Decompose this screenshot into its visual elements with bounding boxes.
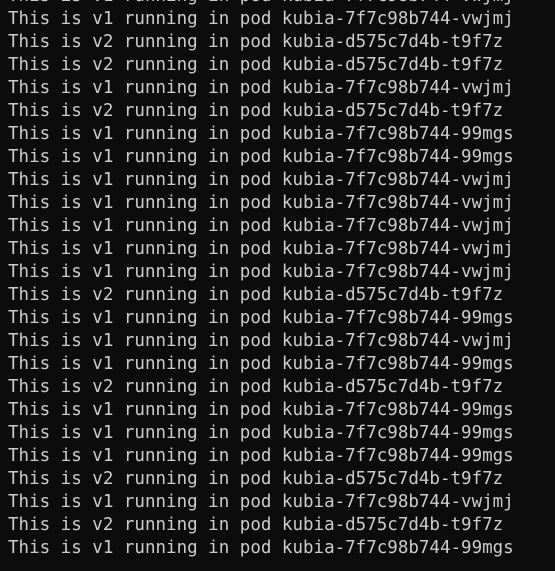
terminal-line: This is v2 running in pod kubia-d575c7d4… — [8, 32, 504, 52]
terminal-line: This is v1 running in pod kubia-7f7c98b7… — [8, 239, 514, 259]
terminal-line: This is v1 running in pod kubia-7f7c98b7… — [8, 78, 514, 98]
terminal-line: This is v1 running in pod kubia-7f7c98b7… — [8, 147, 514, 167]
terminal-line: This is v1 running in pod kubia-7f7c98b7… — [8, 0, 514, 8]
terminal-line: This is v1 running in pod kubia-7f7c98b7… — [8, 400, 514, 420]
terminal-line: This is v1 running in pod kubia-7f7c98b7… — [8, 193, 514, 213]
terminal-line: This is v1 running in pod kubia-7f7c98b7… — [8, 170, 514, 190]
terminal-line: This is v2 running in pod kubia-d575c7d4… — [8, 285, 504, 305]
terminal-line: This is v1 running in pod kubia-7f7c98b7… — [8, 538, 514, 558]
terminal-line: This is v1 running in pod kubia-7f7c98b7… — [8, 216, 514, 236]
terminal-output: This is v1 running in pod kubia-7f7c98b7… — [8, 0, 514, 560]
terminal-line: This is v1 running in pod kubia-7f7c98b7… — [8, 9, 514, 29]
terminal-line: This is v1 running in pod kubia-7f7c98b7… — [8, 124, 514, 144]
terminal-line: This is v1 running in pod kubia-7f7c98b7… — [8, 446, 514, 466]
terminal-line: This is v2 running in pod kubia-d575c7d4… — [8, 55, 504, 75]
terminal-line: This is v1 running in pod kubia-7f7c98b7… — [8, 492, 514, 512]
terminal-line: This is v1 running in pod kubia-7f7c98b7… — [8, 354, 514, 374]
terminal-line: This is v1 running in pod kubia-7f7c98b7… — [8, 331, 514, 351]
terminal-line: This is v1 running in pod kubia-7f7c98b7… — [8, 423, 514, 443]
terminal-line: This is v2 running in pod kubia-d575c7d4… — [8, 377, 504, 397]
terminal-line: This is v2 running in pod kubia-d575c7d4… — [8, 469, 504, 489]
terminal-line: This is v2 running in pod kubia-d575c7d4… — [8, 101, 504, 121]
terminal-window[interactable]: This is v1 running in pod kubia-7f7c98b7… — [0, 0, 555, 571]
terminal-line: This is v1 running in pod kubia-7f7c98b7… — [8, 262, 514, 282]
terminal-line: This is v1 running in pod kubia-7f7c98b7… — [8, 308, 514, 328]
terminal-line: This is v2 running in pod kubia-d575c7d4… — [8, 515, 504, 535]
